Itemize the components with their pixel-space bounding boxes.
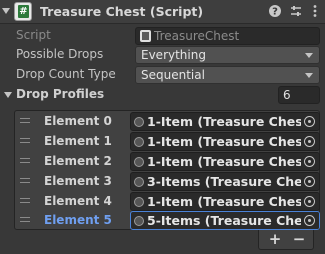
scriptable-object-icon [134, 216, 144, 226]
scriptable-object-icon [134, 197, 144, 207]
object-picker-icon[interactable] [301, 173, 319, 190]
drop-profiles-size-field[interactable]: 6 [278, 86, 320, 104]
drop-count-type-dropdown[interactable]: Sequential [135, 66, 320, 84]
possible-drops-dropdown[interactable]: Everything [135, 46, 320, 64]
object-picker-icon[interactable] [301, 113, 319, 130]
element-value: 1-Item (Treasure Chest Dr [147, 154, 320, 169]
script-field-value: TreasureChest [154, 29, 240, 43]
drop-profiles-foldout-icon[interactable] [4, 92, 12, 98]
list-element-4[interactable]: Element 4 1-Item (Treasure Chest Dr [15, 191, 320, 211]
element-value: 1-Item (Treasure Chest Dr [147, 114, 320, 129]
list-element-2[interactable]: Element 2 1-Item (Treasure Chest Dr [15, 151, 320, 171]
remove-element-button[interactable]: − [287, 230, 311, 249]
component-header: # Treasure Chest (Script) ? [0, 0, 325, 24]
element-value: 3-Items (Treasure Chest D [147, 174, 320, 189]
possible-drops-label: Possible Drops [16, 47, 104, 61]
script-field[interactable]: TreasureChest [135, 27, 320, 45]
element-label: Element 0 [44, 114, 112, 128]
script-file-icon [140, 30, 151, 42]
element-reference-field[interactable]: 1-Item (Treasure Chest Dr [130, 132, 320, 151]
drag-handle-icon[interactable] [20, 178, 30, 183]
element-value: 5-Items (Treasure Chest D [147, 213, 320, 228]
list-element-3[interactable]: Element 3 3-Items (Treasure Chest D [15, 171, 320, 191]
list-element-0[interactable]: Element 0 1-Item (Treasure Chest Dr [15, 111, 320, 131]
drag-handle-icon[interactable] [20, 118, 30, 123]
possible-drops-value: Everything [141, 48, 206, 62]
component-title: Treasure Chest (Script) [40, 4, 204, 19]
element-value: 1-Item (Treasure Chest Dr [147, 194, 320, 209]
element-label: Element 4 [44, 194, 112, 208]
element-reference-field[interactable]: 1-Item (Treasure Chest Dr [130, 112, 320, 131]
list-footer: + − [258, 230, 314, 250]
list-element-1[interactable]: Element 1 1-Item (Treasure Chest Dr [15, 131, 320, 151]
foldout-arrow-icon[interactable] [2, 8, 10, 14]
element-label: Element 2 [44, 154, 112, 168]
drop-profiles-label[interactable]: Drop Profiles [16, 87, 104, 101]
script-label: Script [16, 28, 51, 42]
element-label: Element 5 [44, 213, 112, 227]
help-icon[interactable]: ? [268, 4, 282, 18]
drag-handle-icon[interactable] [20, 217, 30, 222]
element-reference-field[interactable]: 5-Items (Treasure Chest D [130, 211, 320, 230]
element-reference-field[interactable]: 3-Items (Treasure Chest D [130, 172, 320, 191]
drop-count-type-value: Sequential [141, 68, 205, 82]
drag-handle-icon[interactable] [20, 158, 30, 163]
object-picker-icon[interactable] [301, 212, 319, 229]
drop-count-type-label: Drop Count Type [16, 67, 116, 81]
element-label: Element 3 [44, 174, 112, 188]
element-label: Element 1 [44, 134, 112, 148]
object-picker-icon[interactable] [301, 153, 319, 170]
script-icon-glyph: # [18, 5, 29, 18]
preset-icon[interactable] [289, 4, 303, 18]
svg-text:?: ? [272, 7, 278, 18]
script-icon: # [14, 2, 32, 21]
add-element-button[interactable]: + [263, 230, 287, 249]
chevron-down-icon [305, 53, 313, 58]
scriptable-object-icon [134, 137, 144, 147]
chevron-down-icon [305, 73, 313, 78]
object-picker-icon[interactable] [301, 133, 319, 150]
scriptable-object-icon [134, 117, 144, 127]
context-menu-icon[interactable] [308, 4, 322, 18]
element-value: 1-Item (Treasure Chest Dr [147, 134, 320, 149]
list-element-5[interactable]: Element 5 5-Items (Treasure Chest D [15, 210, 320, 230]
drag-handle-icon[interactable] [20, 138, 30, 143]
scriptable-object-icon [134, 177, 144, 187]
object-picker-icon[interactable] [301, 193, 319, 210]
drag-handle-icon[interactable] [20, 198, 30, 203]
element-reference-field[interactable]: 1-Item (Treasure Chest Dr [130, 152, 320, 171]
element-reference-field[interactable]: 1-Item (Treasure Chest Dr [130, 192, 320, 211]
scriptable-object-icon [134, 157, 144, 167]
